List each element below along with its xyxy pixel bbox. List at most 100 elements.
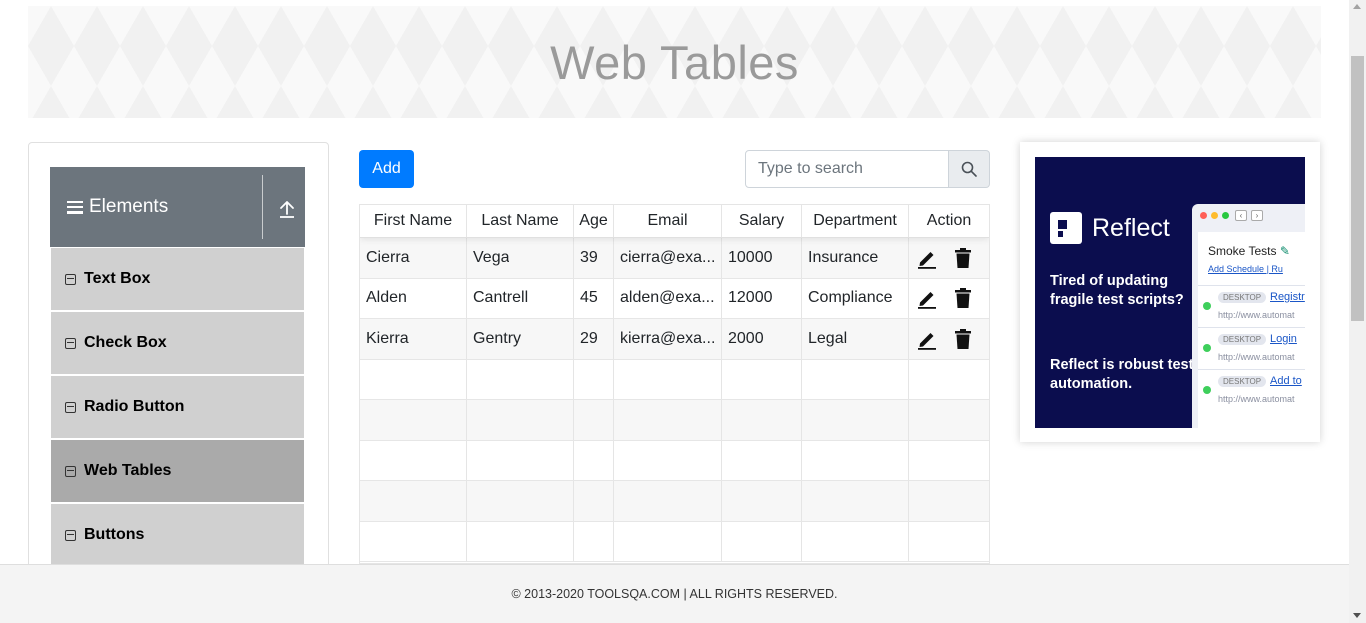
ad-copy-2: Reflect is robust test automation. [1050,357,1194,392]
scroll-down-icon[interactable] [1353,613,1361,618]
cell-first-name: Cierra [360,238,467,278]
cell-last-name: Vega [467,238,574,278]
sidebar-item-label: Buttons [84,526,145,543]
empty-row [360,440,989,481]
cell-actions [909,279,989,319]
cell-salary: 2000 [722,319,802,359]
col-header-action[interactable]: Action [909,205,989,237]
trash-icon[interactable] [953,247,973,269]
table-row: Kierra Gentry 29 kierra@exa... 2000 Lega… [360,319,989,360]
page-title: Web Tables [550,35,799,89]
col-header-first-name[interactable]: First Name [360,205,467,237]
minimize-dot-icon [1211,211,1218,219]
item-icon [65,465,76,477]
search-icon [961,161,977,177]
search-input[interactable] [745,150,949,188]
cell-first-name: Kierra [360,319,467,359]
item-icon [65,529,76,541]
cell-age: 39 [574,238,614,278]
add-schedule-link: Add Schedule | Ru [1208,264,1283,274]
scroll-up-icon[interactable] [1353,4,1361,9]
group-title: Elements [89,196,169,217]
item-icon [65,273,76,285]
sidebar-item-radio-button[interactable]: Radio Button [51,376,304,438]
browser-bar: ‹ › [1192,204,1305,226]
cell-department: Legal [802,319,909,359]
sidebar-item-check-box[interactable]: Check Box [51,312,304,374]
sidebar-item-text-box[interactable]: Text Box [51,248,304,310]
sidebar-item-label: Check Box [84,334,167,351]
sidebar-item-web-tables[interactable]: Web Tables [51,440,304,502]
pencil-icon[interactable] [917,247,937,269]
scroll-thumb[interactable] [1351,56,1364,321]
cell-age: 29 [574,319,614,359]
sidebar-item-buttons[interactable]: Buttons [51,504,304,566]
sidebar-item-label: Web Tables [84,462,172,479]
ad-banner[interactable]: Reflect Tired of updating fragile test s… [1035,157,1305,428]
cell-salary: 12000 [722,278,802,318]
empty-row [360,481,989,522]
cell-age: 45 [574,278,614,318]
back-icon: ‹ [1235,209,1247,221]
test-row: DESKTOP Registr http://www.automat [1198,285,1305,327]
table-row: Cierra Vega 39 cierra@exa... 10000 Insur… [360,238,989,279]
smoke-tests-title: Smoke Tests ✎ [1208,244,1290,258]
test-link: Login [1270,333,1297,345]
empty-row [360,400,989,441]
test-row: DESKTOP Add to http://www.automat [1198,369,1305,411]
page-banner: Web Tables [28,6,1321,118]
pencil-icon[interactable] [917,328,937,350]
trash-icon[interactable] [953,328,973,350]
test-url: http://www.automat [1218,394,1295,404]
item-icon [65,337,76,349]
item-icon [65,401,76,413]
cell-email: alden@exa... [614,278,722,318]
cell-department: Insurance [802,238,909,278]
ad-copy-1: Tired of updating fragile test scripts? [1050,273,1184,308]
browser-panel: Smoke Tests ✎ Add Schedule | Ru DESKTOP … [1198,232,1305,428]
elements-group-header[interactable]: Elements [50,167,305,247]
header-divider [262,175,263,239]
maximize-dot-icon [1222,211,1229,219]
search-button[interactable] [949,150,990,188]
table-row: Alden Cantrell 45 alden@exa... 12000 Com… [360,278,989,319]
empty-row [360,521,989,562]
status-dot-icon [1203,344,1211,352]
test-url: http://www.automat [1218,310,1295,320]
pencil-icon[interactable] [917,287,937,310]
add-button[interactable]: Add [359,150,414,188]
table-header: First Name Last Name Age Email Salary De… [360,205,989,238]
test-link: Add to [1270,375,1302,387]
cell-first-name: Alden [360,278,467,318]
close-dot-icon [1200,211,1207,219]
web-table: First Name Last Name Age Email Salary De… [359,204,990,564]
cell-actions [909,238,989,278]
empty-row [360,359,989,400]
cell-last-name: Gentry [467,319,574,359]
sidebar-item-label: Text Box [84,270,151,287]
test-link: Registr [1270,291,1305,303]
ad-brand: Reflect [1050,212,1170,244]
col-header-salary[interactable]: Salary [722,205,802,237]
col-header-age[interactable]: Age [574,205,614,237]
ad-browser-mockup: ‹ › Smoke Tests ✎ Add Schedule | Ru DESK… [1192,204,1305,428]
cell-department: Compliance [802,278,909,318]
test-tag: DESKTOP [1218,292,1267,303]
col-header-department[interactable]: Department [802,205,909,237]
cell-salary: 10000 [722,238,802,278]
cell-email: cierra@exa... [614,238,722,278]
cell-last-name: Cantrell [467,278,574,318]
page-scrollbar[interactable] [1349,0,1366,623]
footer: © 2013-2020 TOOLSQA.COM | ALL RIGHTS RES… [0,564,1349,623]
menu-icon [67,200,83,214]
status-dot-icon [1203,302,1211,310]
col-header-email[interactable]: Email [614,205,722,237]
footer-text: © 2013-2020 TOOLSQA.COM | ALL RIGHTS RES… [511,587,838,601]
test-url: http://www.automat [1218,352,1295,362]
collapse-up-icon[interactable] [278,199,296,219]
reflect-logo-icon [1050,212,1082,244]
test-tag: DESKTOP [1218,334,1267,345]
test-tag: DESKTOP [1218,376,1267,387]
trash-icon[interactable] [953,287,973,309]
col-header-last-name[interactable]: Last Name [467,205,574,237]
